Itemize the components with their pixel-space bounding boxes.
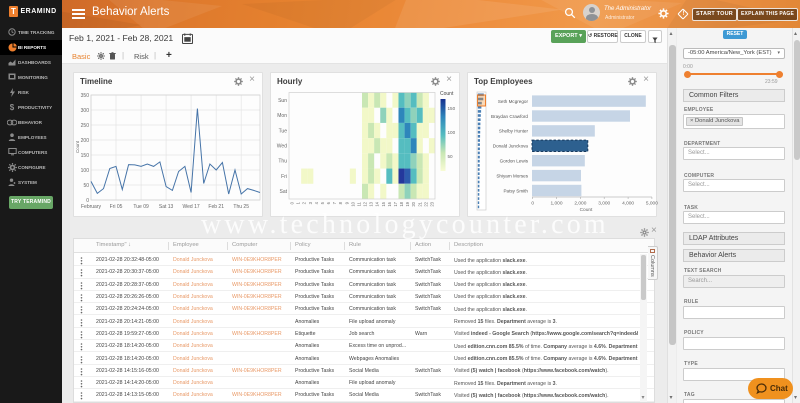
svg-text:200: 200 xyxy=(81,138,90,144)
svg-text:350: 350 xyxy=(81,93,90,99)
svg-text:Tue 09: Tue 09 xyxy=(133,204,149,210)
svg-text:Sat 13: Sat 13 xyxy=(159,204,174,210)
svg-text:3,000: 3,000 xyxy=(598,201,610,207)
svg-text:50: 50 xyxy=(83,183,89,189)
svg-text:Braydan Crawford: Braydan Crawford xyxy=(491,114,528,119)
svg-text:1: 1 xyxy=(296,201,301,204)
svg-text:150: 150 xyxy=(448,106,456,111)
svg-text:20: 20 xyxy=(411,201,416,206)
svg-text:21: 21 xyxy=(417,201,422,206)
svg-text:22: 22 xyxy=(423,201,428,206)
svg-text:Shiyam Morses: Shiyam Morses xyxy=(496,173,528,178)
svg-text:Wed 17: Wed 17 xyxy=(183,204,200,210)
svg-text:12: 12 xyxy=(363,201,368,206)
svg-text:18: 18 xyxy=(399,201,404,206)
svg-text:7: 7 xyxy=(332,201,337,204)
svg-text:10: 10 xyxy=(350,201,355,206)
svg-text:Gordon Lewis: Gordon Lewis xyxy=(500,159,529,164)
svg-text:8: 8 xyxy=(338,201,343,204)
svg-text:11: 11 xyxy=(357,201,362,206)
svg-text:23: 23 xyxy=(430,201,435,206)
svg-text:0: 0 xyxy=(86,198,89,204)
svg-text:Mon: Mon xyxy=(277,113,287,119)
svg-text:300: 300 xyxy=(81,108,90,114)
svg-text:Sun: Sun xyxy=(278,98,287,104)
svg-text:Seth Mcgregor: Seth Mcgregor xyxy=(498,99,529,104)
svg-text:0: 0 xyxy=(531,201,534,207)
svg-text:13: 13 xyxy=(369,201,374,206)
svg-text:Tue: Tue xyxy=(279,128,288,134)
svg-text:19: 19 xyxy=(405,201,410,206)
svg-text:Thu: Thu xyxy=(278,159,287,165)
svg-text:6: 6 xyxy=(326,201,331,204)
svg-text:Shelby Hunter: Shelby Hunter xyxy=(499,129,529,134)
svg-text:Wed: Wed xyxy=(277,144,287,150)
svg-text:3: 3 xyxy=(308,201,313,204)
svg-text:14: 14 xyxy=(375,201,380,206)
svg-text:17: 17 xyxy=(393,201,398,206)
svg-text:February: February xyxy=(81,204,102,210)
svg-text:1,000: 1,000 xyxy=(550,201,562,207)
svg-text:50: 50 xyxy=(448,154,454,159)
svg-text:Fri: Fri xyxy=(281,174,287,180)
svg-text:4,000: 4,000 xyxy=(622,201,634,207)
svg-text:Patsy Smith: Patsy Smith xyxy=(503,188,528,193)
svg-text:Fri 05: Fri 05 xyxy=(110,204,123,210)
svg-text:5: 5 xyxy=(320,201,325,204)
svg-text:100: 100 xyxy=(81,168,90,174)
svg-text:100: 100 xyxy=(448,130,456,135)
svg-text:9: 9 xyxy=(344,201,349,204)
svg-text:5,000: 5,000 xyxy=(646,201,658,207)
svg-text:2,000: 2,000 xyxy=(574,201,586,207)
svg-text:Donald Junckova: Donald Junckova xyxy=(493,144,529,149)
svg-text:0: 0 xyxy=(290,201,295,204)
svg-text:Count: Count xyxy=(440,91,454,97)
svg-text:4: 4 xyxy=(314,201,319,204)
svg-text:Count: Count xyxy=(75,140,80,153)
svg-text:Sat: Sat xyxy=(279,189,287,195)
svg-text:15: 15 xyxy=(381,201,386,206)
svg-text:150: 150 xyxy=(81,153,90,159)
svg-text:16: 16 xyxy=(387,201,392,206)
svg-text:250: 250 xyxy=(81,123,90,129)
svg-text:2: 2 xyxy=(302,201,307,204)
